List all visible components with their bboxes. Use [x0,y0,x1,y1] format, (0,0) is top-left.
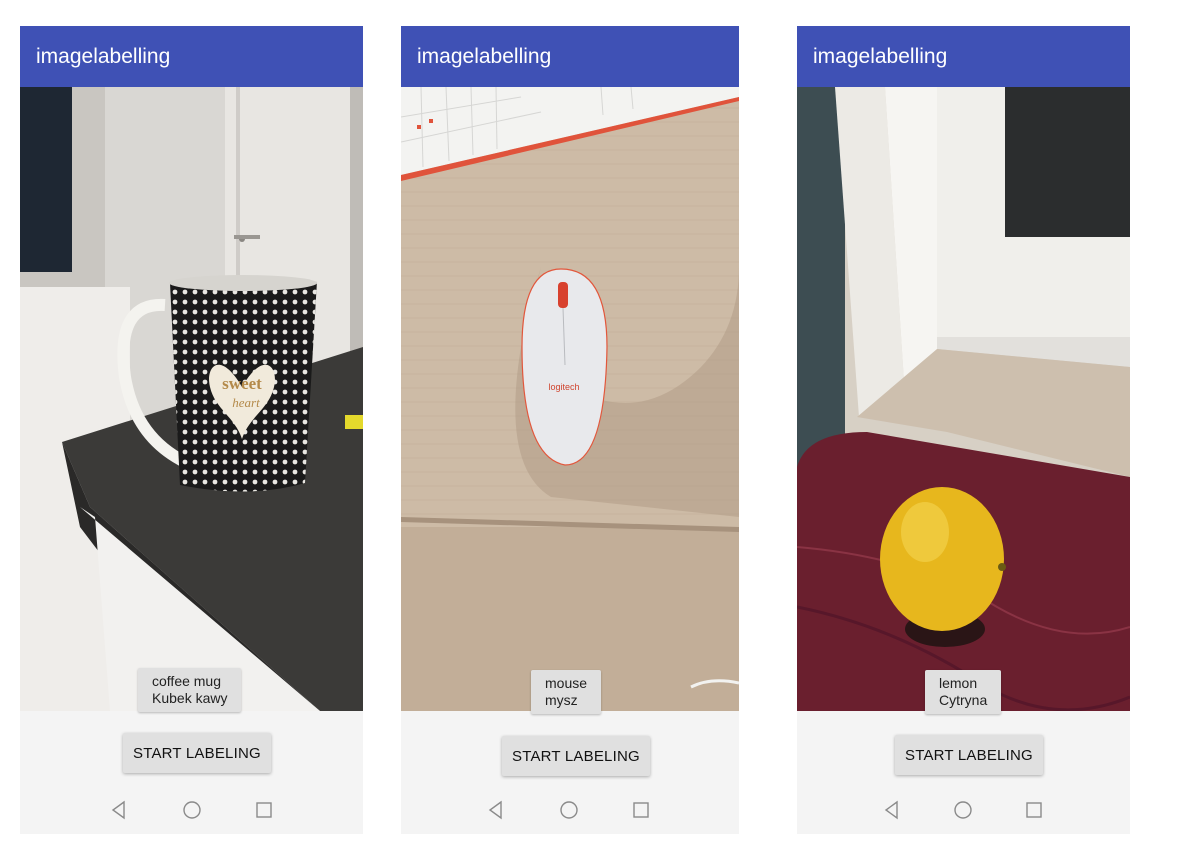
camera-photo-lemon [797,87,1130,711]
app-title: imagelabelling [797,26,1130,87]
phone-screen-mouse: imagelabelling logitech mouse mysz START… [401,26,739,834]
label-result: mouse mysz [531,670,602,714]
label-english: mouse [545,675,588,691]
svg-text:logitech: logitech [548,382,579,392]
recents-icon[interactable] [630,799,652,821]
recents-icon[interactable] [253,799,275,821]
home-icon[interactable] [558,799,580,821]
camera-photo-coffee-mug: sweet heart [20,87,363,711]
system-navigation-bar [20,788,363,834]
label-english: lemon [939,675,978,691]
camera-photo-mouse: logitech [401,87,739,711]
svg-text:heart: heart [232,395,260,410]
back-icon[interactable] [485,799,507,821]
phone-screen-lemon: imagelabelling lemon Cytryna START LABEL… [797,26,1130,834]
app-title: imagelabelling [20,26,363,87]
label-polish: Kubek kawy [152,690,228,706]
start-labeling-button[interactable]: START LABELING [895,735,1043,775]
label-polish: Cytryna [939,692,988,708]
recents-icon[interactable] [1023,799,1045,821]
start-labeling-button[interactable]: START LABELING [123,733,271,773]
home-icon[interactable] [952,799,974,821]
system-navigation-bar [401,788,739,834]
home-icon[interactable] [181,799,203,821]
label-result: lemon Cytryna [925,670,1002,714]
label-result: coffee mug Kubek kawy [138,668,242,712]
label-english: coffee mug [152,673,222,689]
app-title: imagelabelling [401,26,739,87]
back-icon[interactable] [881,799,903,821]
back-icon[interactable] [108,799,130,821]
label-polish: mysz [545,692,578,708]
phone-screen-coffee-mug: imagelabelling sweet heart coffee mug Ku… [20,26,363,834]
svg-text:sweet: sweet [222,374,262,393]
system-navigation-bar [797,788,1130,834]
start-labeling-button[interactable]: START LABELING [502,736,650,776]
